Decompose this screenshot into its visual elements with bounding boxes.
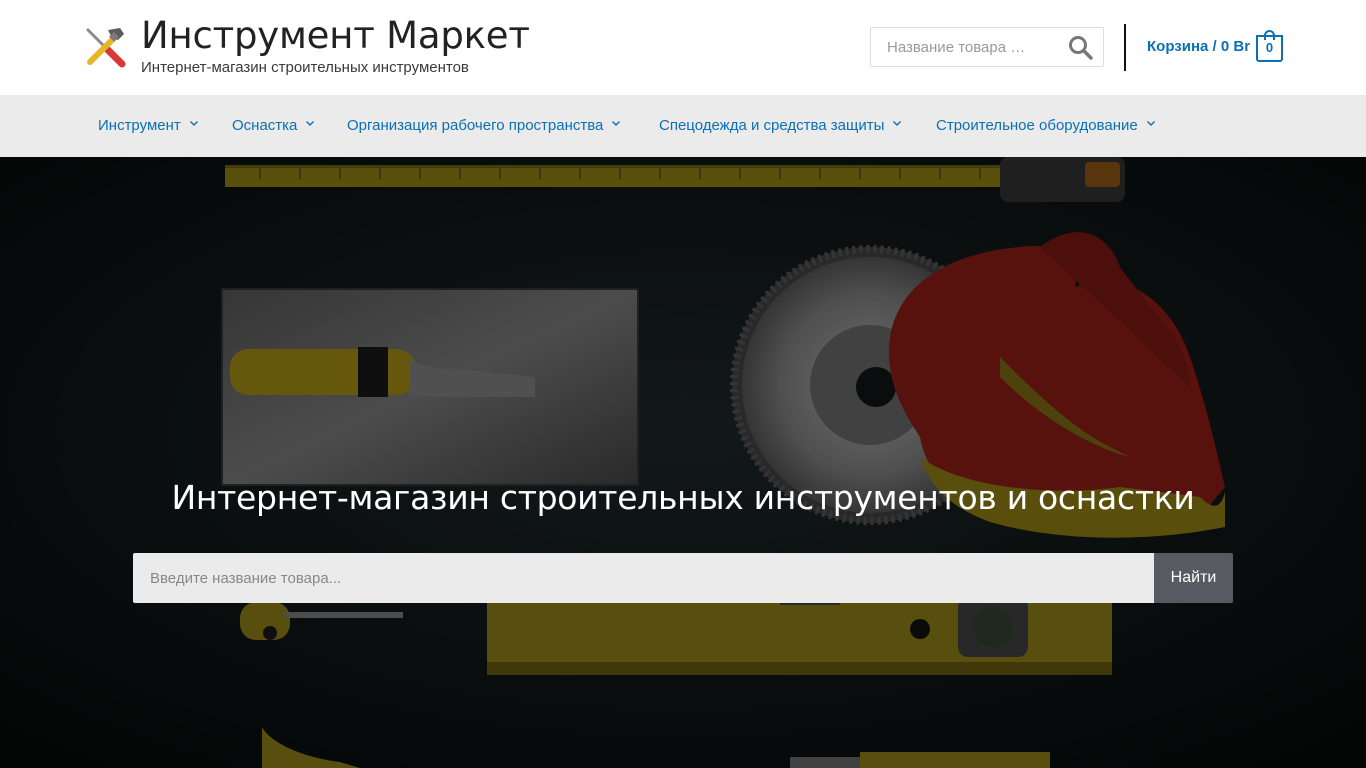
nav-item-instrument[interactable]: Инструмент <box>98 95 199 157</box>
chevron-down-icon <box>189 121 198 127</box>
nav-item-equipment[interactable]: Строительное оборудование <box>936 95 1156 157</box>
header-search-input[interactable] <box>872 29 1062 65</box>
site-header: Инструмент Маркет Интернет-магазин строи… <box>0 0 1366 95</box>
nav-item-label: Оснастка <box>232 117 298 134</box>
chevron-down-icon <box>306 121 315 127</box>
nav-item-label: Строительное оборудование <box>936 117 1138 134</box>
nav-item-workspace[interactable]: Организация рабочего пространства <box>347 95 621 157</box>
shopping-bag-icon[interactable]: 0 <box>1256 30 1283 62</box>
chevron-down-icon <box>612 121 621 127</box>
nav-item-osnastka[interactable]: Оснастка <box>232 95 315 157</box>
nav-item-workwear[interactable]: Спецодежда и средства защиты <box>659 95 902 157</box>
site-title[interactable]: Инструмент Маркет <box>141 13 530 59</box>
nav-item-label: Инструмент <box>98 117 181 134</box>
header-divider <box>1124 24 1126 71</box>
hero-search-button[interactable]: Найти <box>1154 553 1233 603</box>
hero-banner: Интернет-магазин строительных инструмент… <box>0 157 1366 768</box>
hero-title: Интернет-магазин строительных инструмент… <box>171 478 1195 517</box>
search-icon[interactable] <box>1067 34 1095 62</box>
main-navigation: Инструмент Оснастка Организация рабочего… <box>0 95 1366 157</box>
header-search-form <box>870 27 1104 67</box>
hero-search-input[interactable] <box>133 553 1154 603</box>
hero-background-image <box>0 157 1366 768</box>
chevron-down-icon <box>893 121 902 127</box>
cart-link[interactable]: Корзина / 0 Br <box>1147 37 1250 57</box>
nav-item-label: Организация рабочего пространства <box>347 117 604 134</box>
chevron-down-icon <box>1146 121 1155 127</box>
hero-search-form: Найти <box>133 553 1233 603</box>
nav-item-label: Спецодежда и средства защиты <box>659 117 885 134</box>
tools-hammer-screwdriver-icon[interactable] <box>82 24 128 70</box>
cart-count-badge: 0 <box>1265 40 1274 55</box>
site-tagline: Интернет-магазин строительных инструмент… <box>141 59 469 76</box>
